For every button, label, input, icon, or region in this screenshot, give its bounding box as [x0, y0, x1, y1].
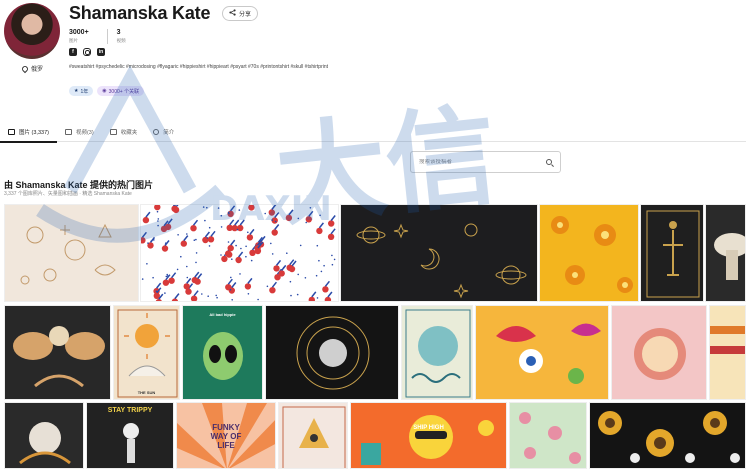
profile-badges: ★ 1年 ◉ 3000+ 个关联 — [69, 86, 145, 96]
contributor-search[interactable] — [410, 151, 561, 173]
search-input[interactable] — [419, 159, 546, 165]
tab-about[interactable]: 简介 — [145, 122, 182, 142]
mystic-symbols-art — [20, 223, 116, 285]
gallery-image[interactable] — [4, 402, 84, 469]
tab-collections[interactable]: 收藏夹 — [102, 122, 146, 142]
moon-astrology-art — [296, 316, 370, 390]
gallery-image[interactable] — [4, 204, 139, 302]
cherry-pattern-art — [141, 205, 336, 301]
eye-tarot-art — [282, 406, 346, 468]
social-links: f in — [69, 48, 105, 56]
tab-videos-label: 视频(3) — [75, 130, 94, 136]
search-icon[interactable] — [546, 159, 552, 165]
location-pin-icon — [20, 64, 30, 73]
location: 俄罗 — [20, 64, 44, 73]
stat-images-value: 3000+ — [69, 29, 89, 36]
wave-tarot-art — [405, 309, 471, 398]
tab-images-label: 图片 (3,337) — [19, 130, 49, 136]
stat-images-label: 图片 — [69, 38, 78, 43]
tab-about-label: 简介 — [163, 130, 175, 136]
gallery-image[interactable] — [611, 305, 707, 400]
gallery-image[interactable]: FUNKY WAY OF LIFE — [176, 402, 276, 469]
gallery-image[interactable] — [265, 305, 399, 400]
video-icon — [64, 129, 72, 135]
gallery-image[interactable] — [509, 402, 587, 469]
star-icon: ★ — [74, 88, 79, 94]
badge-years-label: 1年 — [80, 88, 89, 95]
gallery-image[interactable]: THE SUN — [113, 305, 180, 400]
profile-tags[interactable]: #sweatshirt #psychedelic #microdosing #f… — [69, 62, 399, 72]
funky-caption: FUNKY WAY OF LIFE — [210, 423, 242, 450]
disco-ball-art — [634, 328, 686, 380]
gallery-image[interactable]: STAY TRIPPY — [86, 402, 174, 469]
sunflower-skull-art — [598, 411, 740, 463]
gallery-image[interactable] — [401, 305, 473, 400]
skull-snake-art — [19, 422, 71, 465]
mushroom-art — [714, 233, 745, 280]
badge-count: ◉ 3000+ 个关联 — [97, 86, 145, 96]
badge-count-label: 3000+ 个关联 — [108, 88, 140, 95]
stat-videos[interactable]: 3 视频 — [106, 29, 135, 44]
badge-years: ★ 1年 — [69, 86, 94, 96]
stay-trippy-caption: STAY TRIPPY — [107, 407, 153, 414]
section-subtitle: 3,337 个图库照片、矢量图和插画 · 精选 Shamanska Kate — [4, 191, 132, 197]
location-label: 俄罗 — [31, 67, 44, 73]
psychedelic-stickers-art — [496, 323, 601, 384]
share-icon — [229, 9, 236, 18]
person-icon — [153, 129, 160, 135]
stat-videos-value: 3 — [116, 29, 121, 36]
gallery-image[interactable] — [140, 204, 339, 302]
gallery-image[interactable] — [640, 204, 704, 302]
floral-pattern-art — [551, 216, 633, 293]
tab-videos[interactable]: 视频(3) — [57, 122, 102, 142]
alien-art — [203, 332, 243, 380]
image-icon: ◉ — [102, 88, 107, 94]
stat-images[interactable]: 3000+ 图片 — [69, 29, 98, 44]
gallery-image[interactable] — [340, 204, 538, 302]
instagram-icon[interactable] — [83, 48, 91, 56]
gallery-image[interactable]: All bad hippie — [182, 305, 263, 400]
sun-tarot-art — [117, 309, 178, 398]
image-icon — [8, 129, 15, 135]
gallery-image[interactable] — [475, 305, 609, 400]
gallery-image[interactable]: SHIP HIGH — [350, 402, 507, 469]
floral-pattern-art — [519, 412, 581, 464]
gallery-image[interactable] — [539, 204, 639, 302]
mystic-mushroom-art — [13, 326, 105, 388]
avatar[interactable] — [4, 3, 60, 59]
linkedin-icon[interactable]: in — [97, 48, 105, 56]
facebook-icon[interactable]: f — [69, 48, 77, 56]
tab-collections-label: 收藏夹 — [120, 130, 138, 136]
tab-bar: 图片 (3,337) 视频(3) 收藏夹 简介 — [0, 122, 746, 143]
gallery-image[interactable] — [4, 305, 111, 400]
stat-videos-label: 视频 — [116, 38, 126, 43]
gallery-image[interactable] — [589, 402, 746, 469]
folder-icon — [109, 129, 117, 135]
alien-caption: All bad hippie — [209, 312, 236, 317]
profile-stats: 3000+ 图片 3 视频 — [69, 29, 144, 44]
retro-stripes-art — [710, 326, 745, 354]
tarot-caption: THE SUN — [137, 390, 156, 395]
profile-name: Shamanska Kate — [69, 3, 211, 23]
share-label: 分享 — [239, 12, 252, 18]
goddess-tarot-art — [646, 210, 700, 298]
tab-images[interactable]: 图片 (3,337) — [0, 122, 57, 143]
gallery-image[interactable] — [278, 402, 348, 469]
celestial-pattern-art — [356, 223, 527, 299]
gallery-image[interactable] — [709, 305, 746, 400]
ship-high-art — [361, 415, 494, 465]
ship-high-caption: SHIP HIGH — [413, 425, 444, 431]
gallery-image[interactable] — [705, 204, 746, 302]
share-button[interactable]: 分享 — [222, 6, 259, 21]
